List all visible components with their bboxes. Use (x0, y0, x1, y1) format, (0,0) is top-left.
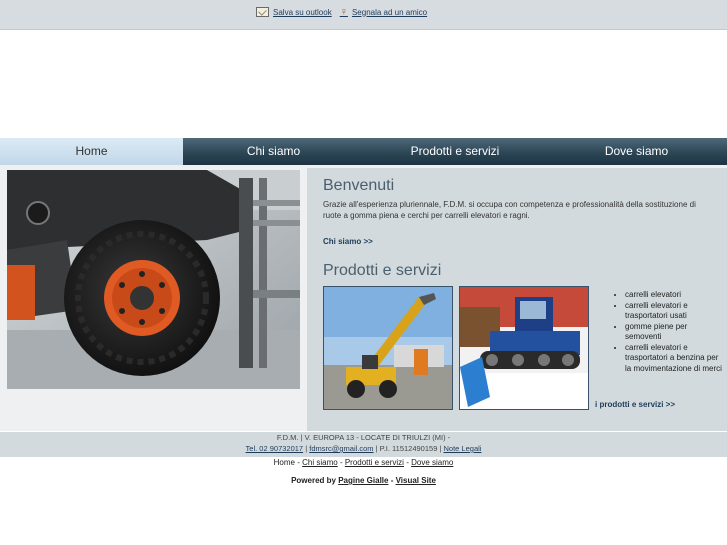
main-content: Benvenuti Grazie all'esperienza plurienn… (0, 165, 727, 431)
chi-siamo-more-link[interactable]: Chi siamo >> (323, 237, 373, 246)
nav-item-dove-siamo[interactable]: Dove siamo (546, 138, 727, 165)
products-more-link[interactable]: i prodotti e servizi >> (595, 400, 675, 409)
nav-item-chi-siamo[interactable]: Chi siamo (183, 138, 364, 165)
save-outlook-link[interactable]: Salva su outlook (256, 7, 332, 17)
vat-number: | P.I. 11512490159 | (375, 444, 442, 453)
email-link[interactable]: fdmsrc@gmail.com (309, 444, 373, 453)
list-item: carrelli elevatori e trasportatori usati (625, 301, 725, 322)
save-outlook-label: Salva su outlook (273, 7, 332, 17)
powered-by-label: Powered by (291, 476, 336, 485)
bottom-nav: Home - Chi siamo - Prodotti e servizi - … (0, 458, 727, 467)
company-address: F.D.M. | V. EUROPA 13 - LOCATE DI TRIULZ… (276, 433, 451, 442)
list-item: gomme piene per semoventi (625, 322, 725, 343)
top-bar: Salva su outlook ♀ Segnala ad un amico (0, 0, 727, 30)
powered-by: Powered by Pagine Gialle - Visual Site (0, 476, 727, 485)
person-link-icon: ♀ (339, 6, 348, 18)
tell-a-friend-label: Segnala ad un amico (351, 7, 428, 17)
bottom-nav-prodotti[interactable]: Prodotti e servizi (345, 458, 404, 467)
tell-a-friend-link[interactable]: ♀ Segnala ad un amico (339, 6, 428, 18)
contact-line: Tel. 02 90732017 | fdmsrc@gmail.com | P.… (0, 443, 727, 454)
content-panel: Benvenuti Grazie all'esperienza plurienn… (307, 168, 727, 431)
welcome-text: Grazie all'esperienza pluriennale, F.D.M… (323, 200, 696, 220)
bottom-nav-home: Home (273, 458, 295, 467)
hero-forklift-image (7, 170, 300, 389)
top-links: Salva su outlook ♀ Segnala ad un amico (256, 6, 428, 18)
visual-site-link[interactable]: Visual Site (396, 476, 436, 485)
address-card-icon (256, 7, 269, 17)
tracked-vehicle-image (459, 286, 589, 410)
telehandler-image (323, 286, 453, 410)
nav-item-prodotti[interactable]: Prodotti e servizi (364, 138, 546, 165)
pagine-gialle-link[interactable]: Pagine Gialle (338, 476, 388, 485)
bottom-nav-chi-siamo[interactable]: Chi siamo (302, 458, 338, 467)
list-item: carrelli elevatori (625, 290, 725, 301)
phone-link[interactable]: Tel. 02 90732017 (246, 444, 304, 453)
bottom-nav-dove-siamo[interactable]: Dove siamo (411, 458, 453, 467)
legal-notes-link[interactable]: Note Legali (444, 444, 482, 453)
products-title: Prodotti e servizi (323, 262, 442, 279)
nav-item-home[interactable]: Home (0, 138, 183, 165)
products-list: carrelli elevatori carrelli elevatori e … (607, 290, 725, 387)
list-item: carrelli elevatori e trasportatori a ben… (625, 343, 725, 375)
welcome-title: Benvenuti (323, 177, 395, 194)
main-nav: Home Chi siamo Prodotti e servizi Dove s… (0, 138, 727, 165)
footer-info: F.D.M. | V. EUROPA 13 - LOCATE DI TRIULZ… (0, 432, 727, 457)
